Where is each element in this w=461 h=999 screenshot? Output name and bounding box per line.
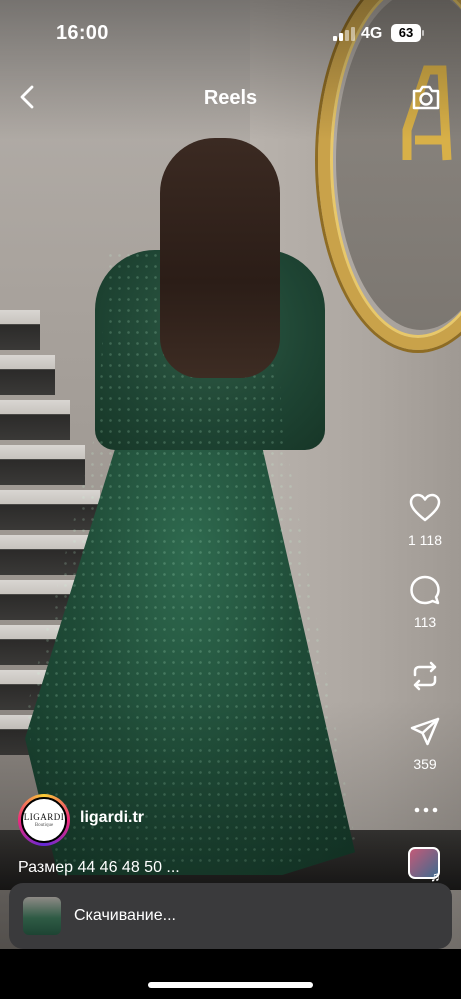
avatar[interactable]: LIGARDI Boutique xyxy=(18,794,70,846)
page-title: Reels xyxy=(203,87,258,109)
like-button[interactable]: 1 118 xyxy=(395,492,455,548)
battery-icon: 63 xyxy=(391,24,421,42)
status-bar: 16:00 4G 63 xyxy=(0,0,461,64)
home-indicator[interactable] xyxy=(148,982,313,988)
bottom-bar xyxy=(0,949,461,999)
avatar-image: LIGARDI Boutique xyxy=(21,797,67,843)
model-hair xyxy=(160,138,280,378)
repost-icon xyxy=(413,661,437,691)
remix-button[interactable] xyxy=(395,660,455,692)
heart-icon xyxy=(409,493,441,522)
reel-caption[interactable]: Размер 44 46 48 50 ... xyxy=(18,859,180,877)
more-options-icon[interactable] xyxy=(411,800,441,820)
avatar-logo-text: LIGARDI xyxy=(23,812,65,822)
username-link[interactable]: ligardi.tr xyxy=(80,809,144,827)
like-count: 1 118 xyxy=(408,532,442,548)
battery-cap xyxy=(422,30,424,36)
comment-icon xyxy=(410,575,440,605)
share-button[interactable]: 359 xyxy=(395,716,455,772)
reel-video[interactable] xyxy=(0,0,461,999)
network-type: 4G xyxy=(361,25,383,42)
comment-button[interactable]: 113 xyxy=(395,574,455,630)
toast-thumbnail xyxy=(23,897,61,935)
camera-icon[interactable] xyxy=(410,82,442,112)
avatar-logo-subtext: Boutique xyxy=(34,823,54,828)
signal-icon xyxy=(333,27,355,41)
send-icon xyxy=(410,717,440,746)
status-time: 16:00 xyxy=(56,22,109,44)
music-note-icon: ♫ xyxy=(430,868,441,884)
share-count: 359 xyxy=(413,756,437,772)
comment-count: 113 xyxy=(413,614,437,630)
toast-message: Скачивание... xyxy=(74,907,176,924)
download-toast: Скачивание... xyxy=(9,883,452,949)
